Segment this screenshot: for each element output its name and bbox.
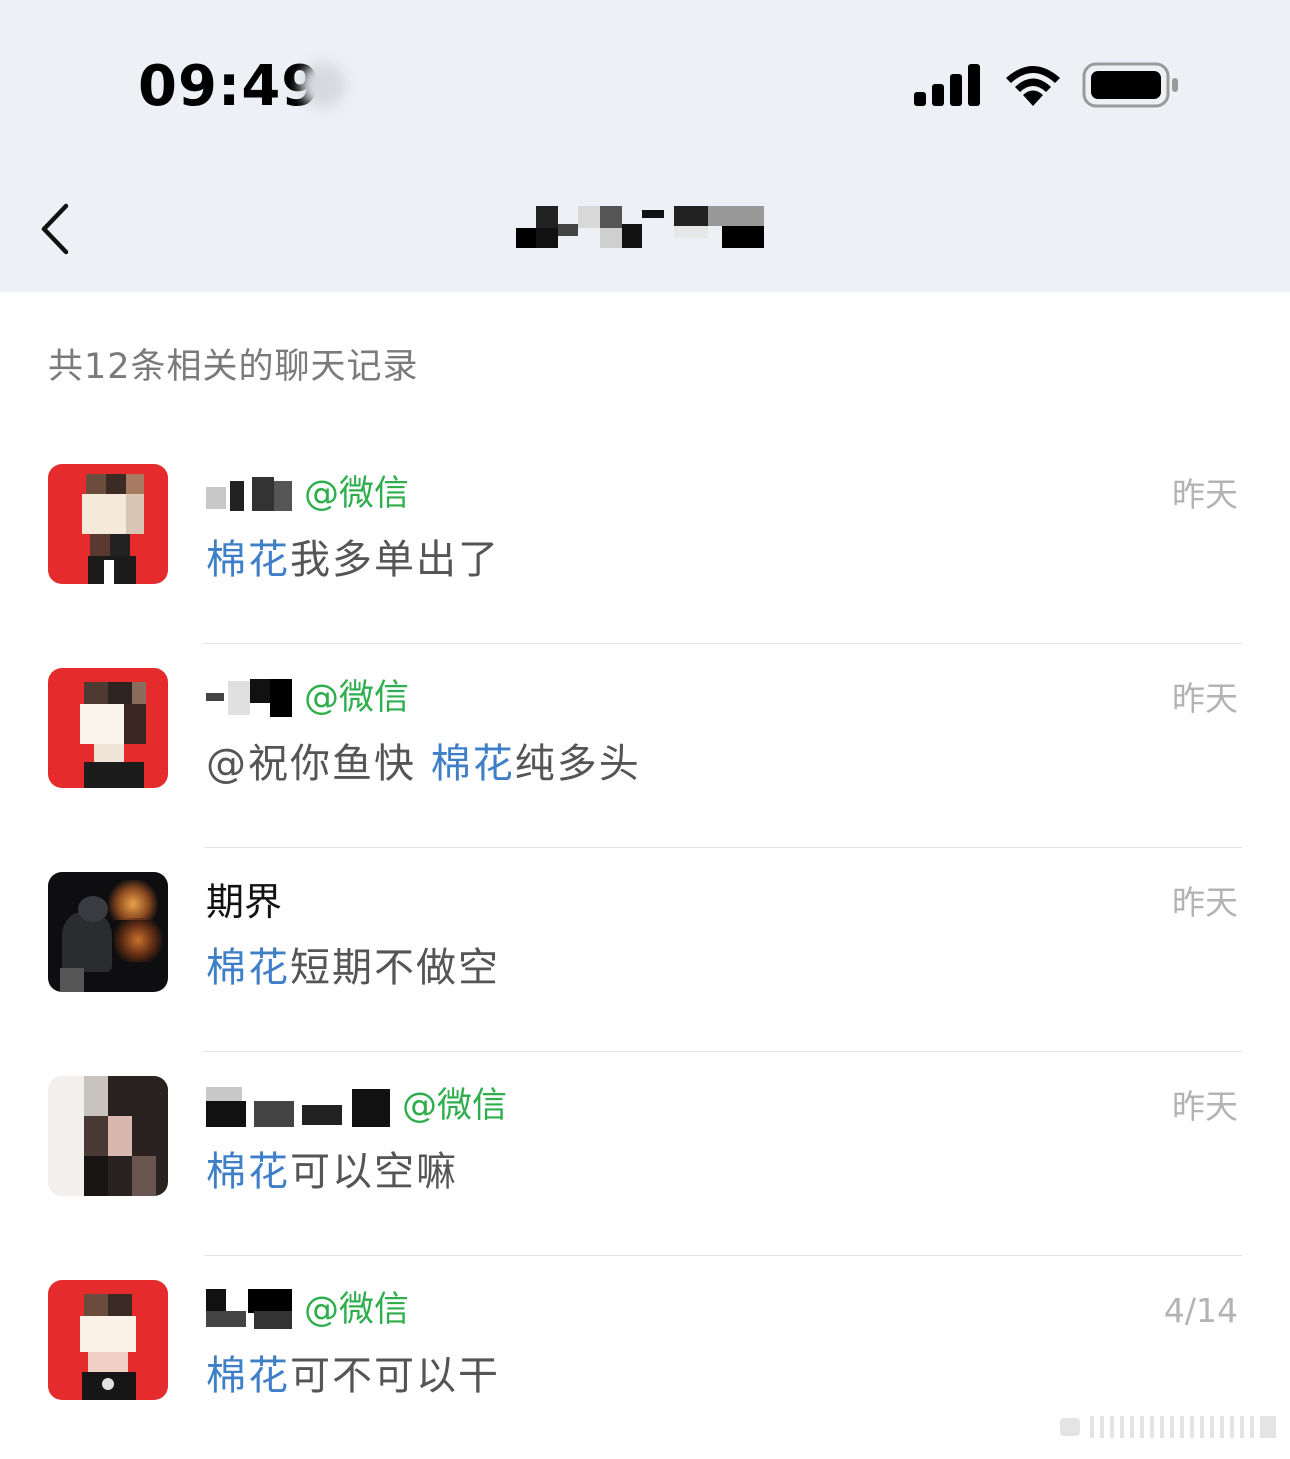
battery-icon xyxy=(1082,62,1178,108)
back-button[interactable] xyxy=(30,196,80,262)
avatar[interactable] xyxy=(48,872,168,992)
keyword-highlight: 棉花 xyxy=(206,945,290,991)
search-result-list: @微信 昨天 棉花我多单出了 @微信 昨天 @祝你鱼快 棉花纯多头 期界 昨天 … xyxy=(0,440,1290,1459)
status-bar: 09:49 xyxy=(0,0,1290,170)
search-result-item[interactable]: @微信 昨天 棉花可以空嘛 xyxy=(0,1052,1290,1256)
message-preview: 棉花可以空嘛 xyxy=(206,1144,458,1200)
sender-name: 期界 xyxy=(206,880,283,924)
message-text: 我多单出了 xyxy=(290,537,500,583)
message-preview: @祝你鱼快 棉花纯多头 xyxy=(206,736,641,792)
message-prefix: @祝你鱼快 xyxy=(206,741,431,787)
search-result-item[interactable]: 期界 昨天 棉花短期不做空 xyxy=(0,848,1290,1052)
source-tag: @微信 xyxy=(304,678,410,718)
message-text: 纯多头 xyxy=(514,741,641,787)
source-tag: @微信 xyxy=(304,1290,410,1330)
timestamp: 昨天 xyxy=(1172,679,1238,718)
message-preview: 棉花短期不做空 xyxy=(206,940,500,996)
message-text: 短期不做空 xyxy=(290,945,500,991)
blurred-indicator xyxy=(300,62,346,108)
redacted-name xyxy=(206,471,294,517)
timestamp: 昨天 xyxy=(1172,1087,1238,1126)
keyword-highlight: 棉花 xyxy=(430,741,515,787)
chevron-left-icon xyxy=(41,203,69,255)
sender-line: @微信 xyxy=(206,468,409,520)
header-area: 09:49 xyxy=(0,0,1290,292)
search-result-item[interactable]: @微信 昨天 棉花我多单出了 xyxy=(0,440,1290,644)
timestamp: 4/14 xyxy=(1163,1291,1238,1330)
wifi-icon xyxy=(1006,66,1060,106)
page-title xyxy=(514,206,766,248)
watermark-lines xyxy=(1060,1416,1276,1438)
avatar[interactable] xyxy=(48,1280,168,1400)
navigation-bar xyxy=(0,170,1290,292)
search-result-item[interactable]: @微信 昨天 @祝你鱼快 棉花纯多头 xyxy=(0,644,1290,848)
message-preview: 棉花我多单出了 xyxy=(206,532,500,588)
timestamp: 昨天 xyxy=(1172,475,1238,514)
message-text: 可以空嘛 xyxy=(290,1149,458,1195)
timestamp: 昨天 xyxy=(1172,883,1238,922)
source-tag: @微信 xyxy=(304,474,410,514)
redacted-name xyxy=(206,675,294,721)
avatar[interactable] xyxy=(48,464,168,584)
message-preview: 棉花可不可以干 xyxy=(206,1348,500,1404)
status-time: 09:49 xyxy=(138,54,322,119)
redacted-name xyxy=(206,1287,294,1333)
source-tag: @微信 xyxy=(402,1086,508,1126)
keyword-highlight: 棉花 xyxy=(206,1149,290,1195)
cellular-signal-icon xyxy=(914,64,980,106)
keyword-highlight: 棉花 xyxy=(206,1353,290,1399)
avatar[interactable] xyxy=(48,1076,168,1196)
keyword-highlight: 棉花 xyxy=(206,537,290,583)
sender-line: @微信 xyxy=(206,1080,507,1132)
result-count-label: 共12条相关的聊天记录 xyxy=(48,347,419,387)
sender-line: 期界 xyxy=(206,876,292,928)
avatar[interactable] xyxy=(48,668,168,788)
redacted-name xyxy=(206,1083,392,1129)
sender-line: @微信 xyxy=(206,672,409,724)
message-text: 可不可以干 xyxy=(290,1353,500,1399)
sender-line: @微信 xyxy=(206,1284,409,1336)
